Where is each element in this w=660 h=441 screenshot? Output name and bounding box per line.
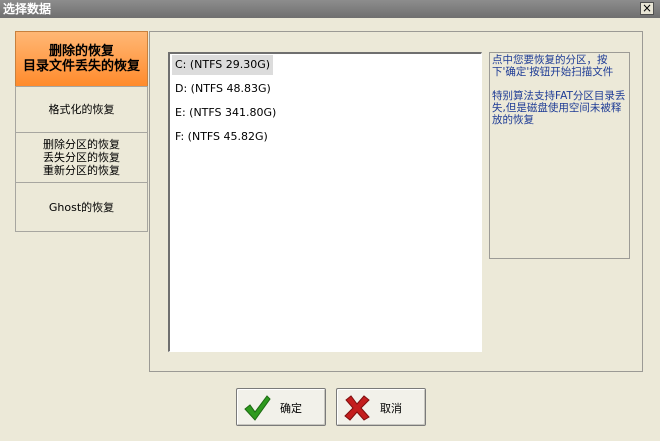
- partition-list[interactable]: C: (NTFS 29.30G) D: (NTFS 48.83G) E: (NT…: [168, 52, 482, 352]
- tab-label-line: Ghost的恢复: [48, 200, 115, 214]
- tab-label-line: 丢失分区的恢复: [43, 151, 120, 164]
- cancel-button-label: 取消: [380, 402, 402, 415]
- list-item[interactable]: C: (NTFS 29.30G): [170, 55, 481, 79]
- ok-button[interactable]: 确定: [236, 388, 326, 426]
- tab-ghost-recovery[interactable]: Ghost的恢复: [15, 182, 148, 232]
- ok-button-label: 确定: [280, 402, 302, 415]
- list-item[interactable]: E: (NTFS 341.80G): [170, 103, 481, 127]
- close-button[interactable]: ×: [640, 2, 654, 15]
- tab-label-line: 重新分区的恢复: [43, 164, 120, 177]
- checkmark-icon: [244, 395, 271, 421]
- partition-label: D: (NTFS 48.83G): [175, 82, 271, 95]
- info-text: 点中您要恢复的分区，按下'确定'按钮开始扫描文件: [492, 54, 614, 78]
- info-box: 点中您要恢复的分区，按下'确定'按钮开始扫描文件 特别算法支持FAT分区目录丢失…: [489, 52, 630, 259]
- partition-label: F: (NTFS 45.82G): [175, 130, 268, 143]
- tab-partition-recovery[interactable]: 删除分区的恢复 丢失分区的恢复 重新分区的恢复: [15, 132, 148, 183]
- list-item[interactable]: F: (NTFS 45.82G): [170, 127, 481, 151]
- window-title: 选择数据: [3, 2, 52, 16]
- tab-label-line: 目录文件丢失的恢复: [22, 59, 140, 74]
- title-bar: 选择数据 ×: [0, 0, 660, 18]
- tab-label-line: 删除分区的恢复: [43, 138, 120, 151]
- tab-format-recovery[interactable]: 格式化的恢复: [15, 86, 148, 133]
- x-mark-icon: [344, 395, 370, 421]
- cancel-button[interactable]: 取消: [336, 388, 426, 426]
- info-text: 特别算法支持FAT分区目录丢失,但是磁盘使用空间未被释放的恢复: [492, 90, 626, 126]
- tab-label-line: 格式化的恢复: [48, 103, 115, 116]
- tab-label-line: 删除的恢复: [48, 44, 114, 59]
- tab-delete-recovery[interactable]: 删除的恢复 目录文件丢失的恢复: [15, 31, 148, 87]
- partition-label: E: (NTFS 341.80G): [175, 106, 277, 119]
- list-item[interactable]: D: (NTFS 48.83G): [170, 79, 481, 103]
- partition-label: C: (NTFS 29.30G): [172, 55, 274, 75]
